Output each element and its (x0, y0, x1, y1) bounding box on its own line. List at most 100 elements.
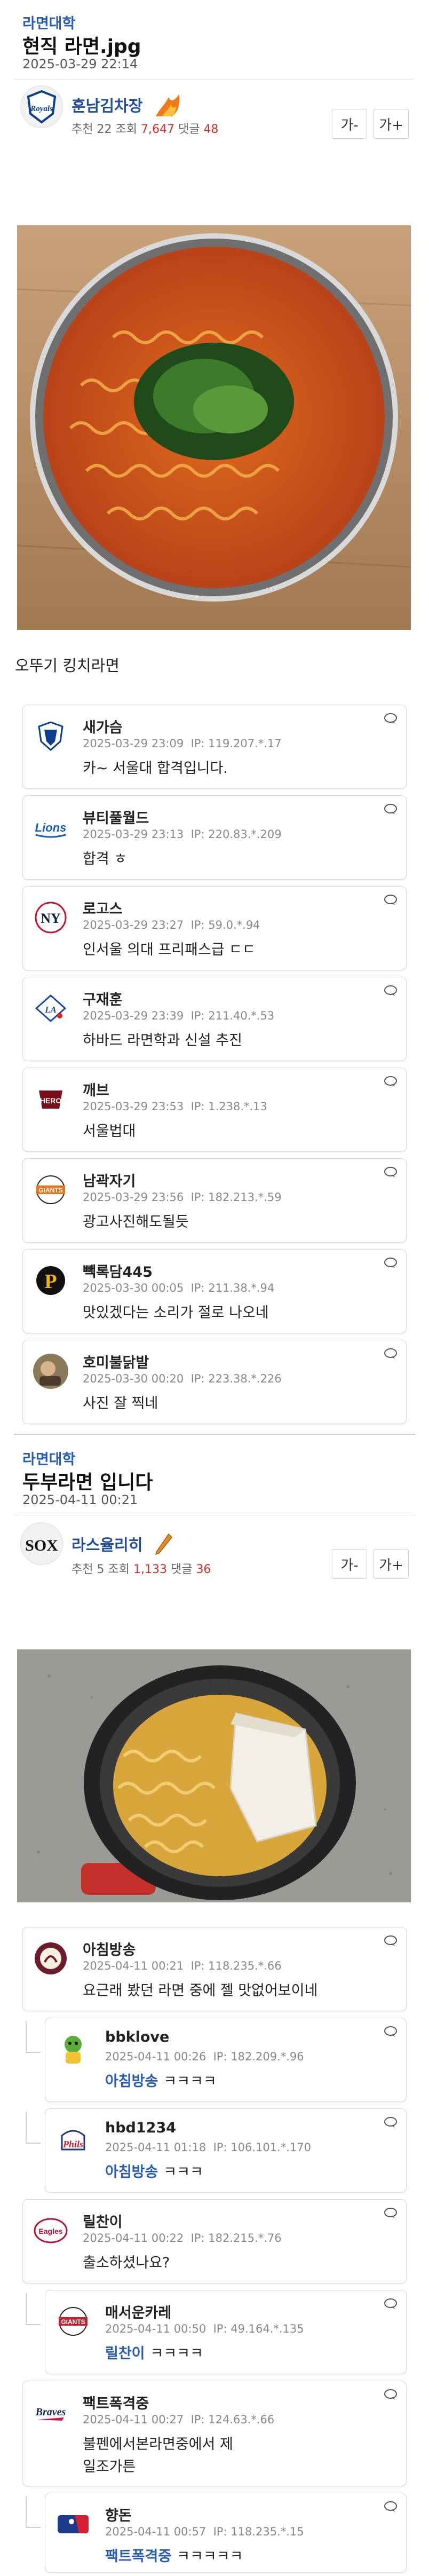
comment-meta: 2025-03-30 00:20 IP: 223.38.*.226 (83, 1372, 282, 1385)
yankees-logo-icon: NY (30, 897, 71, 938)
comment-item: NY 로고스 2025-03-29 23:27 IP: 59.0.*.94 인서… (22, 886, 407, 970)
reply-bubble-icon[interactable] (384, 1935, 398, 1947)
font-increase-button[interactable]: 가+ (374, 109, 409, 139)
comment-author[interactable]: 새가슴 (83, 716, 123, 737)
svg-text:Phils: Phils (62, 2139, 83, 2150)
comment-item: P 빽록담445 2025-03-30 00:05 IP: 211.38.*.9… (22, 1249, 407, 1333)
comment-meta: 2025-03-29 23:53 IP: 1.238.*.13 (83, 1100, 267, 1113)
author-name[interactable]: 훈남김차장 (72, 92, 184, 122)
reply-item: bbklove 2025-04-11 00:26 IP: 182.209.*.9… (45, 2018, 407, 2102)
comment-meta: 2025-03-29 23:13 IP: 220.83.*.209 (83, 828, 282, 841)
ramen-photo (17, 225, 411, 630)
royals-logo-icon: Royals (27, 90, 57, 124)
reply-bubble-icon[interactable] (384, 803, 398, 815)
post-caption: 오뚜기 킹치라면 (15, 657, 120, 675)
reply-item: GIANTS 매서운카레 2025-04-11 00:50 IP: 49.164… (45, 2290, 407, 2374)
font-increase-button[interactable]: 가+ (374, 1549, 409, 1579)
reply-bubble-icon[interactable] (384, 1257, 398, 1269)
comment-author[interactable]: 매서운카레 (105, 2301, 171, 2322)
reply-bubble-icon[interactable] (384, 2116, 398, 2128)
mention-link[interactable]: 아침방송 (105, 2164, 158, 2180)
reply-connector (26, 2112, 41, 2144)
comment-author[interactable]: 남곽자기 (83, 1170, 136, 1190)
comment-author[interactable]: 로고스 (83, 897, 123, 918)
reply-bubble-icon[interactable] (384, 2501, 398, 2512)
svg-text:Braves: Braves (35, 2406, 66, 2418)
comment-meta: 2025-04-11 00:57 IP: 118.235.*.15 (105, 2525, 304, 2538)
comment-item: LA 구재훈 2025-03-29 23:39 IP: 211.40.*.53 … (22, 977, 407, 1061)
reply-bubble-icon[interactable] (384, 1166, 398, 1178)
svg-text:GIANTS: GIANTS (61, 2318, 85, 2326)
svg-text:GIANTS: GIANTS (38, 1187, 62, 1194)
svg-text:Royals: Royals (30, 105, 53, 113)
reply-bubble-icon[interactable] (384, 713, 398, 724)
font-decrease-button[interactable]: 가- (332, 109, 367, 139)
comment-meta: 2025-04-11 00:26 IP: 182.209.*.96 (105, 2050, 304, 2063)
reply-bubble-icon[interactable] (384, 985, 398, 997)
comment-meta: 2025-04-11 00:27 IP: 124.63.*.66 (83, 2413, 275, 2426)
comment-meta: 2025-03-29 23:56 IP: 182.213.*.59 (83, 1191, 282, 1204)
comment-author[interactable]: 구재훈 (83, 988, 123, 1009)
reply-bubble-icon[interactable] (384, 2389, 398, 2400)
divider (14, 79, 415, 80)
svg-text:NY: NY (41, 911, 61, 926)
mention-link[interactable]: 아침방송 (105, 2073, 158, 2090)
dodgers-logo-icon: LA (30, 988, 71, 1029)
comment-text: 팩트폭격중 ㅋㅋㅋㅋㅋ (105, 2548, 243, 2565)
reply-bubble-icon[interactable] (384, 2207, 398, 2219)
svg-text:SOX: SOX (25, 1537, 58, 1554)
post-stats: 추천 22 조회 7,647 댓글 48 (72, 123, 219, 136)
comment-author[interactable]: 릴찬이 (83, 2210, 123, 2231)
pirates-logo-icon: P (30, 1260, 71, 1301)
reply-connector (26, 2496, 41, 2528)
comment-author[interactable]: 팩트폭격중 (83, 2392, 149, 2413)
eagles-logo-icon: Eagles (30, 2210, 71, 2251)
comment-meta: 2025-03-29 23:39 IP: 211.40.*.53 (83, 1009, 275, 1022)
reply-bubble-icon[interactable] (384, 1076, 398, 1087)
comment-author[interactable]: 빽록담445 (83, 1260, 153, 1281)
comment-item: GIANTS 남곽자기 2025-03-29 23:56 IP: 182.213… (22, 1158, 407, 1243)
board-name[interactable]: 라면대학 (22, 12, 75, 33)
comment-item: 새가슴 2025-03-29 23:09 IP: 119.207.*.17 카~… (22, 705, 407, 789)
comment-meta: 2025-03-29 23:09 IP: 119.207.*.17 (83, 737, 282, 750)
author-avatar[interactable]: Royals (20, 85, 63, 128)
comment-author[interactable]: 뷰티풀월드 (83, 807, 149, 827)
reply-bubble-icon[interactable] (384, 2026, 398, 2037)
mention-link[interactable]: 팩트폭격중 (105, 2548, 171, 2565)
comment-author[interactable]: bbklove (105, 2029, 169, 2045)
reply-connector (26, 2293, 41, 2325)
bat-badge-icon (153, 1532, 174, 1560)
comment-author[interactable]: 향돈 (105, 2504, 132, 2525)
reply-bubble-icon[interactable] (384, 2298, 398, 2310)
mlb-logo-icon (53, 2504, 93, 2545)
comment-author[interactable]: 호미불닭발 (83, 1351, 149, 1372)
tofu-ramen-photo (17, 1649, 411, 1902)
comment-author[interactable]: 깨브 (83, 1079, 109, 1100)
comment-author[interactable]: 아침방송 (83, 1938, 136, 1959)
font-decrease-button[interactable]: 가- (332, 1549, 367, 1579)
svg-text:Eagles: Eagles (38, 2227, 62, 2235)
svg-text:LA: LA (44, 1005, 57, 1015)
comment-author[interactable]: hbd1234 (105, 2120, 176, 2136)
comment-text: 아침방송 ㅋㅋㅋ (105, 2164, 203, 2180)
comment-text: 맛있겠다는 소리가 절로 나오네 (83, 1305, 269, 1321)
author-avatar[interactable]: SOX (20, 1522, 63, 1565)
reply-item: Phils hbd1234 2025-04-11 01:18 IP: 106.1… (45, 2108, 407, 2193)
phillies-logo-icon: Phils (53, 2120, 93, 2160)
comment-text: 출소하셨나요? (83, 2255, 170, 2271)
comment-text: 인서울 의대 프리패스급 ㄷㄷ (83, 942, 256, 958)
kiwoom-logo-icon: HERO (30, 1079, 71, 1119)
lions-logo-icon: Lions (30, 807, 71, 847)
comment-meta: 2025-04-11 00:50 IP: 49.164.*.135 (105, 2322, 304, 2335)
reply-bubble-icon[interactable] (384, 1348, 398, 1360)
comment-text: 서울법대 (83, 1123, 136, 1140)
post-2: 라면대학 두부라면 입니다 2025-04-11 00:21 SOX 라스율리히… (0, 1398, 429, 2576)
comment-text: 카~ 서울대 합격입니다. (83, 760, 228, 777)
mascot-logo-icon (53, 2029, 93, 2069)
reply-bubble-icon[interactable] (384, 894, 398, 906)
mention-link[interactable]: 릴찬이 (105, 2345, 145, 2362)
board-name[interactable]: 라면대학 (22, 1448, 75, 1468)
comment-text: 하바드 라면학과 신설 추진 (83, 1032, 242, 1049)
author-name[interactable]: 라스율리히 (72, 1532, 174, 1560)
comment-text: 릴찬이 ㅋㅋㅋㅋ (105, 2345, 203, 2362)
